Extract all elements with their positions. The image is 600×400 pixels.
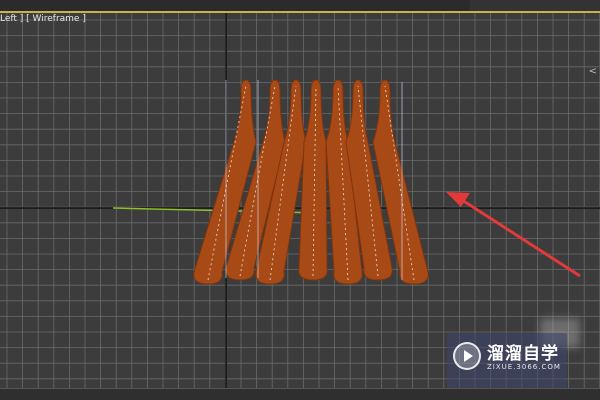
active-viewport-border [0, 11, 600, 13]
bottom-strip [0, 388, 600, 400]
viewport-label[interactable]: Left ] [ Wireframe ] [0, 14, 86, 24]
watermark-title: 溜溜自学 [487, 344, 559, 364]
toolbar-right-area [470, 0, 600, 11]
watermark-url: ZIXUE.3066.COM [487, 363, 561, 371]
play-icon [464, 350, 473, 362]
watermark: 溜溜自学 ZIXUE.3066.COM [447, 333, 567, 389]
viewport-left[interactable]: Left ] [ Wireframe ] < 溜溜自学 ZIXUE.3066.C… [0, 0, 600, 400]
top-toolbar [0, 0, 600, 11]
play-logo-icon [453, 342, 481, 370]
viewport-corner-marker: < [588, 66, 597, 77]
